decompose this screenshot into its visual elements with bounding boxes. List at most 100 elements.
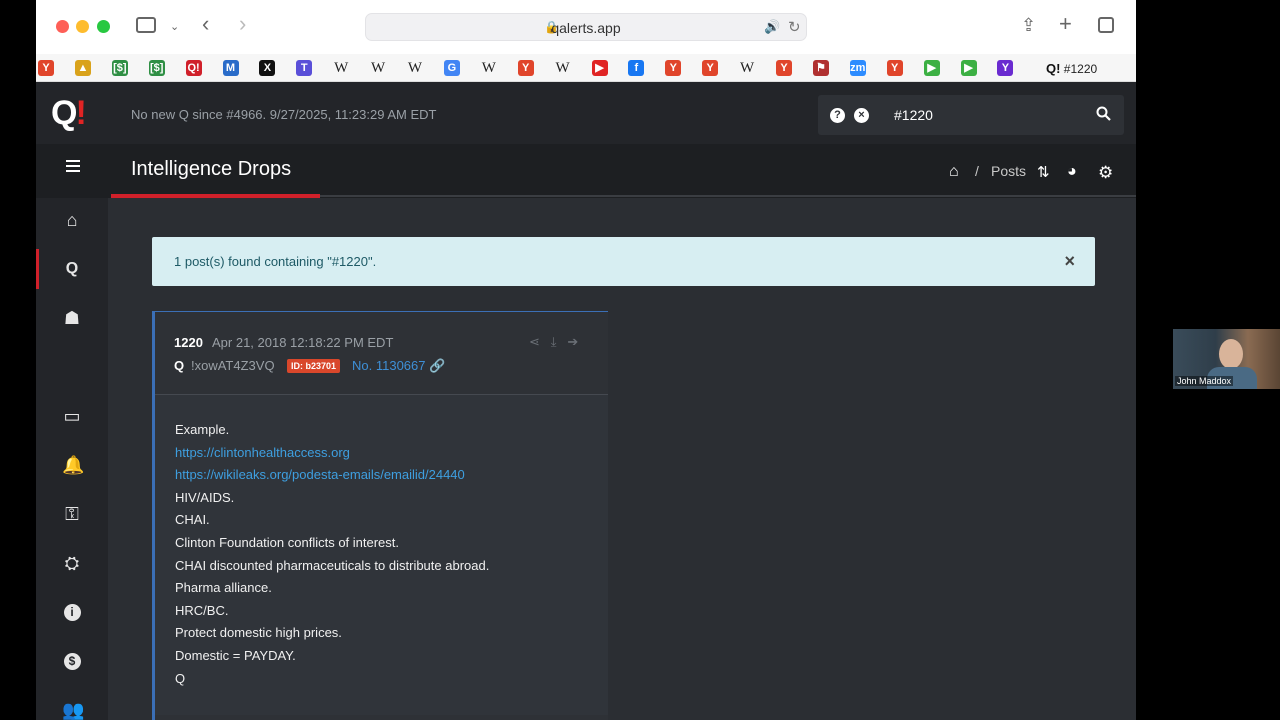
share-icon[interactable]: ⇪	[1021, 16, 1036, 34]
search-icon[interactable]	[1096, 106, 1111, 126]
sidebar-item-toolbox[interactable]: ⛭	[36, 539, 108, 587]
sidebar-item-bell[interactable]: 🔔	[36, 441, 108, 489]
home-icon: ⌂	[66, 210, 78, 230]
sidebar-item-desktop[interactable]: ▭	[36, 392, 108, 440]
sidebar-item-android[interactable]: ☗	[36, 294, 108, 342]
favorite-0-icon[interactable]: Y	[38, 60, 54, 76]
favorite-7-icon[interactable]: T	[296, 60, 313, 76]
back-icon[interactable]: ‹	[202, 13, 209, 35]
search-input[interactable]	[894, 107, 1074, 123]
sidebar-item-users[interactable]: 👥	[36, 686, 108, 720]
favorite-18-icon[interactable]: Y	[702, 60, 719, 76]
post-line: HRC/BC.	[175, 602, 229, 618]
favorite-2-icon[interactable]: [$]	[111, 60, 128, 76]
favorite-24-icon[interactable]: ▶	[923, 60, 940, 76]
favorite-22-icon[interactable]: zm	[849, 60, 866, 76]
tab-overview-icon[interactable]	[1098, 17, 1114, 33]
sort-icon[interactable]: ⇅	[1037, 163, 1050, 181]
chevron-down-icon[interactable]: ⌄	[170, 18, 179, 36]
favorite-21-icon[interactable]: ⚑	[812, 60, 829, 76]
toolbox-icon: ⛭	[64, 553, 80, 573]
breadcrumb-separator: /	[975, 163, 979, 179]
address-url: qalerts.app	[551, 20, 621, 36]
browser-toolbar: ⌄ ‹ › 🔒 qalerts.app 🔊 ↻ ⇪ +	[36, 0, 1136, 54]
favorite-17-icon[interactable]: Y	[665, 60, 682, 76]
favorite-25-icon[interactable]: ▶	[960, 60, 977, 76]
favorite-15-icon[interactable]: ▶	[591, 60, 608, 76]
post-link[interactable]: https://wikileaks.org/podesta-emails/ema…	[175, 464, 489, 487]
sidebar-item-apple[interactable]	[36, 343, 108, 391]
favorite-6-icon[interactable]: X	[259, 60, 276, 76]
favorite-1-icon[interactable]: ▲	[74, 60, 91, 76]
palette-icon[interactable]: ◕	[1067, 163, 1077, 181]
home-icon[interactable]: ⌂	[949, 163, 959, 181]
favorite-5-icon[interactable]: M	[222, 60, 239, 76]
favorite-26-icon[interactable]: Y	[997, 60, 1014, 76]
clear-search-icon[interactable]: ×	[854, 108, 869, 123]
favorite-9-icon[interactable]: W	[370, 60, 386, 76]
favorite-8-icon[interactable]: W	[333, 60, 349, 76]
favorite-12-icon[interactable]: W	[481, 60, 497, 76]
post-number[interactable]: 1220	[174, 335, 203, 350]
download-icon[interactable]: ⤓	[551, 334, 557, 349]
help-icon[interactable]: ?	[830, 108, 845, 123]
favorite-19-icon[interactable]: W	[739, 60, 755, 76]
close-window-button[interactable]	[56, 20, 69, 33]
new-tab-icon[interactable]: +	[1059, 13, 1072, 35]
favorite-11-icon[interactable]: G	[443, 60, 460, 76]
favorite-13-icon[interactable]: Y	[517, 60, 534, 76]
active-tab[interactable]: Q! #1220	[1046, 61, 1097, 76]
post-line: Protect domestic high prices.	[175, 625, 342, 641]
post-link[interactable]: https://clintonhealthaccess.org	[175, 442, 489, 465]
sidebar-toggle-icon[interactable]	[136, 17, 156, 33]
link-icon[interactable]: 🔗	[429, 358, 445, 373]
users-icon: 👥	[62, 700, 85, 720]
favorite-4-icon[interactable]: Q!	[185, 60, 202, 76]
post-no-link[interactable]: No. 1130667 🔗	[352, 358, 445, 374]
post-line: CHAI.	[175, 512, 210, 528]
post-line: Domestic = PAYDAY.	[175, 647, 296, 663]
site-logo[interactable]: Q!	[51, 94, 87, 133]
breadcrumb-posts[interactable]: Posts	[991, 163, 1026, 179]
post-line: CHAI discounted pharmaceuticals to distr…	[175, 557, 490, 573]
speaker-icon[interactable]: 🔊	[764, 19, 780, 35]
sidebar: ⌂ Q ☗ ▭ 🔔 ⚿ ⛭ i $ 👥	[36, 198, 108, 720]
sidebar-item-key[interactable]: ⚿	[36, 490, 108, 538]
apple-icon	[62, 357, 82, 377]
favorite-16-icon[interactable]: f	[628, 60, 645, 76]
site-header: Q! No new Q since #4966. 9/27/2025, 11:2…	[36, 82, 1136, 144]
post-tripcode: !xowAT4Z3VQ	[191, 358, 275, 373]
arrow-right-icon[interactable]: ➔	[567, 334, 578, 349]
favorite-3-icon[interactable]: [$]	[148, 60, 165, 76]
forward-icon[interactable]: ›	[239, 13, 246, 35]
page-title: Intelligence Drops	[131, 158, 292, 180]
sidebar-item-q[interactable]: Q	[36, 245, 108, 293]
sidebar-item-donate[interactable]: $	[36, 637, 108, 685]
close-icon[interactable]: ×	[1064, 251, 1075, 272]
sidebar-item-info[interactable]: i	[36, 588, 108, 636]
settings-icon[interactable]: ⚙	[1098, 163, 1113, 183]
favorite-14-icon[interactable]: W	[555, 60, 571, 76]
status-text: No new Q since #4966. 9/27/2025, 11:23:2…	[131, 107, 437, 122]
favorite-10-icon[interactable]: W	[407, 60, 423, 76]
minimize-window-button[interactable]	[76, 20, 89, 33]
q-icon: Q	[65, 260, 79, 277]
webcam-name: John Maddox	[1175, 376, 1234, 386]
post-line: HIV/AIDS.	[175, 489, 235, 505]
address-bar[interactable]: 🔒 qalerts.app 🔊 ↻	[365, 13, 807, 41]
reload-icon[interactable]: ↻	[788, 18, 801, 36]
post-line: Q	[175, 670, 186, 686]
post-card: 1220 Apr 21, 2018 12:18:22 PM EDT Q !xow…	[152, 311, 608, 720]
sidebar-item-home[interactable]: ⌂	[36, 196, 108, 244]
alert-text: 1 post(s) found containing "#1220".	[174, 254, 377, 269]
zoom-window-button[interactable]	[97, 20, 110, 33]
bell-icon: 🔔	[62, 455, 85, 475]
next-post-card	[152, 715, 608, 720]
share-icon[interactable]: ⋖	[529, 334, 540, 349]
favorite-20-icon[interactable]: Y	[776, 60, 792, 76]
post-line: Clinton Foundation conflicts of interest…	[175, 534, 400, 550]
favorite-23-icon[interactable]: Y	[886, 60, 903, 76]
post-header: 1220 Apr 21, 2018 12:18:22 PM EDT Q !xow…	[155, 312, 608, 395]
post-line: Pharma alliance.	[175, 580, 272, 596]
menu-icon[interactable]	[66, 160, 80, 172]
